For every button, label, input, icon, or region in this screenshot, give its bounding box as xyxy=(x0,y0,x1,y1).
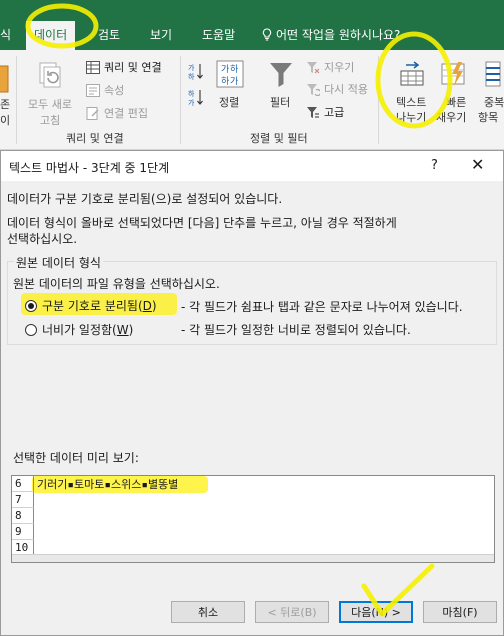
cancel-button[interactable]: 취소 xyxy=(171,601,245,623)
advanced-filter-icon xyxy=(307,106,319,118)
tell-me-text: 어떤 작업을 원하시나요? xyxy=(276,28,401,42)
svg-text:가: 가 xyxy=(188,63,195,72)
sort-icon: 가 하하 가 xyxy=(216,60,244,88)
tab-formulas-partial[interactable]: 식 xyxy=(0,26,11,43)
edit-links-button[interactable]: 연결 편집 xyxy=(86,105,148,121)
text-to-columns-icon xyxy=(400,61,424,86)
help-icon[interactable]: ? xyxy=(431,158,438,173)
refresh-all-label-1[interactable]: 모두 새로 xyxy=(28,96,72,112)
edit-links-icon xyxy=(86,106,99,120)
preview-row-number: 6 xyxy=(12,476,34,492)
tab-data[interactable]: 데이터 xyxy=(26,21,76,50)
properties-button[interactable]: 속성 xyxy=(86,82,124,98)
delimited-radio[interactable] xyxy=(25,299,37,312)
svg-text:가: 가 xyxy=(188,98,195,106)
source-format-prompt: 원본 데이터의 파일 유형을 선택하십시오. xyxy=(13,277,220,291)
clear-filter-button[interactable]: 지우기 xyxy=(306,59,354,75)
get-data-icon xyxy=(0,65,9,93)
instruction-text-2: 선택하십시오. xyxy=(7,232,78,246)
dialog-title-bar[interactable]: 텍스트 마법사 - 3단계 중 1단계 ? ✕ xyxy=(1,151,503,181)
svg-text:가: 가 xyxy=(230,76,238,87)
flash-fill-label-2[interactable]: 채우기 xyxy=(436,109,466,125)
source-format-group-title: 원본 데이터 형식 xyxy=(14,254,103,271)
svg-text:하: 하 xyxy=(221,76,230,87)
tab-view[interactable]: 보기 xyxy=(150,26,172,43)
text-to-columns-label-2[interactable]: 나누기 xyxy=(396,109,426,125)
filter-icon xyxy=(270,63,292,87)
ribbon-data: 존 이 모두 새로 고침 쿼리 및 연결 속성 연결 편집 쿼리 및 연결 가하… xyxy=(0,50,504,150)
reapply-button[interactable]: 다시 적용 xyxy=(306,81,368,97)
preview-label: 선택한 데이터 미리 보기: xyxy=(13,451,139,465)
filter-label[interactable]: 필터 xyxy=(270,94,290,110)
remove-duplicates-label-1[interactable]: 중복 xyxy=(484,94,504,110)
group-label-sort-filter: 정렬 및 필터 xyxy=(250,132,308,145)
instruction-text-1: 데이터 형식이 올바로 선택되었다면 [다음] 단추를 누르고, 아닐 경우 적… xyxy=(7,216,397,230)
remove-duplicates-icon xyxy=(485,61,501,87)
option-delimited[interactable]: 구분 기호로 분리됨(D) xyxy=(25,297,157,314)
tab-review[interactable]: 검토 xyxy=(98,26,120,43)
delimited-description: - 각 필드가 쉼표나 탭과 같은 문자로 나누어져 있습니다. xyxy=(181,300,463,314)
edit-links-label: 연결 편집 xyxy=(104,107,148,120)
preview-row-number: 8 xyxy=(12,508,34,524)
sort-descending-icon: 하가 xyxy=(188,89,203,106)
preview-row: 8 xyxy=(12,508,494,524)
ribbon-separator xyxy=(378,56,379,144)
ribbon-tab-bar: 식 데이터 검토 보기 도움말 어떤 작업을 원하시나요? xyxy=(0,0,504,50)
text-import-wizard-dialog: 텍스트 마법사 - 3단계 중 1단계 ? ✕ 데이터가 구분 기호로 분리됨(… xyxy=(0,150,504,636)
dialog-title: 텍스트 마법사 - 3단계 중 1단계 xyxy=(9,161,170,175)
option-fixed-width[interactable]: 너비가 일정함(W) xyxy=(25,321,133,338)
remove-duplicates-label-2[interactable]: 항목 xyxy=(478,109,498,125)
horizontal-scrollbar[interactable] xyxy=(12,554,494,562)
queries-connections-icon xyxy=(86,60,100,74)
preview-row-number: 7 xyxy=(12,492,34,508)
preview-row: 7 xyxy=(12,492,494,508)
advanced-filter-label: 고급 xyxy=(324,106,345,119)
queries-connections-label: 쿼리 및 연결 xyxy=(104,61,162,74)
advanced-filter-button[interactable]: 고급 xyxy=(306,104,344,120)
data-preview[interactable]: 6 기러기▪토마토▪스위스▪별똥별 7 8 9 10 xyxy=(11,475,495,563)
ribbon-separator xyxy=(180,56,181,144)
refresh-all-label-2[interactable]: 고침 xyxy=(40,112,60,128)
reapply-label: 다시 적용 xyxy=(324,83,368,96)
preview-row: 6 기러기▪토마토▪스위스▪별똥별 xyxy=(12,476,494,492)
clear-filter-label: 지우기 xyxy=(324,61,355,74)
flash-fill-icon xyxy=(441,62,465,86)
properties-label: 속성 xyxy=(104,84,125,97)
svg-text:가: 가 xyxy=(221,64,229,75)
finish-button[interactable]: 마침(F) xyxy=(423,601,497,623)
clear-filter-icon xyxy=(307,61,320,73)
preview-row-number: 9 xyxy=(12,524,34,540)
reapply-icon xyxy=(307,83,320,96)
sort-label[interactable]: 정렬 xyxy=(219,94,239,110)
next-button[interactable]: 다음(N) > xyxy=(339,601,413,623)
group-label-queries: 쿼리 및 연결 xyxy=(66,132,124,145)
intro-text: 데이터가 구분 기호로 분리됨(으)로 설정되어 있습니다. xyxy=(7,192,283,206)
preview-row: 9 xyxy=(12,524,494,540)
tell-me-search[interactable]: 어떤 작업을 원하시나요? xyxy=(262,26,400,43)
svg-text:하: 하 xyxy=(188,72,195,80)
fixed-width-description: - 각 필드가 일정한 너비로 정렬되어 있습니다. xyxy=(181,323,411,337)
properties-icon xyxy=(86,83,100,97)
refresh-all-icon xyxy=(39,62,61,88)
close-icon[interactable]: ✕ xyxy=(471,155,484,174)
tab-help[interactable]: 도움말 xyxy=(202,26,235,43)
svg-text:하: 하 xyxy=(188,89,195,98)
delimited-label: 구분 기호로 분리됨(D) xyxy=(42,299,157,313)
lightbulb-icon xyxy=(262,28,272,41)
text-to-columns-label-1[interactable]: 텍스트 xyxy=(396,94,426,110)
fixed-width-radio[interactable] xyxy=(25,323,37,336)
preview-row-text: 기러기▪토마토▪스위스▪별똥별 xyxy=(37,478,179,491)
get-data-label-partial: 존 xyxy=(0,98,11,111)
back-button[interactable]: < 뒤로(B) xyxy=(255,601,329,623)
get-data-label-partial-2: 이 xyxy=(0,114,11,127)
fixed-width-label: 너비가 일정함(W) xyxy=(42,323,134,337)
queries-connections-button[interactable]: 쿼리 및 연결 xyxy=(86,59,162,75)
svg-text:하: 하 xyxy=(230,64,239,75)
flash-fill-label-1[interactable]: 빠른 xyxy=(446,94,466,110)
sort-ascending-icon: 가하 xyxy=(188,63,203,80)
ribbon-separator xyxy=(16,56,17,144)
